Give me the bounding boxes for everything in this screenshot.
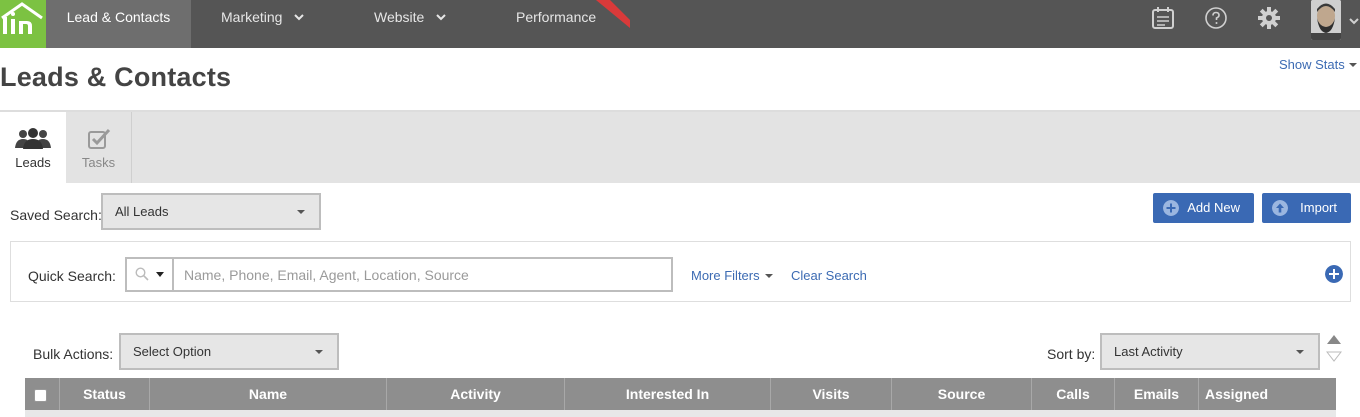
tab-tasks-label: Tasks — [81, 155, 116, 170]
column-header-interested-in[interactable]: Interested In — [565, 378, 771, 410]
user-photo — [1311, 0, 1341, 40]
add-new-label: Add New — [1187, 200, 1240, 215]
more-filters-label: More Filters — [691, 268, 760, 283]
tab-leads[interactable]: Leads — [0, 112, 66, 183]
caret-down-icon — [1348, 63, 1357, 67]
help-icon[interactable] — [1204, 6, 1228, 30]
sort-direction-icon[interactable] — [1326, 334, 1342, 366]
select-all-cell — [25, 378, 60, 410]
caret-down-icon — [156, 272, 164, 277]
column-header-status[interactable]: Status — [60, 378, 150, 410]
caret-down-icon — [297, 210, 305, 214]
plus-circle-icon — [1163, 200, 1179, 216]
add-new-button[interactable]: Add New — [1153, 193, 1254, 223]
select-all-checkbox[interactable] — [34, 389, 47, 402]
chevron-down-icon[interactable] — [1349, 18, 1359, 25]
nav-website-label: Website — [374, 9, 425, 25]
nav-performance-label: Performance — [516, 9, 597, 25]
add-filter-icon[interactable] — [1325, 265, 1343, 283]
bulk-actions-value: Select Option — [133, 344, 212, 359]
sort-by-label: Sort by: — [1047, 346, 1096, 362]
nav-website[interactable]: Website — [374, 0, 446, 48]
show-stats-label: Show Stats — [1279, 57, 1345, 72]
sort-by-value: Last Activity — [1114, 344, 1183, 359]
calendar-icon[interactable] — [1151, 6, 1175, 30]
quick-search-label: Quick Search: — [28, 268, 116, 284]
chevron-down-icon — [294, 14, 305, 21]
more-filters-link[interactable]: More Filters — [691, 268, 773, 283]
caret-down-icon — [764, 274, 773, 278]
table-body-edge — [25, 410, 1336, 417]
bulk-actions-select[interactable]: Select Option — [119, 333, 339, 370]
chevron-down-icon — [436, 14, 446, 21]
tab-leads-label: Leads — [15, 155, 51, 170]
sort-by-select[interactable]: Last Activity — [1100, 333, 1320, 370]
avatar[interactable] — [1311, 0, 1341, 40]
column-header-activity[interactable]: Activity — [387, 378, 565, 410]
import-label: Import — [1300, 200, 1337, 215]
top-nav: Lead & Contacts Marketing Website Perfor… — [0, 0, 1360, 48]
import-button[interactable]: Import — [1262, 193, 1351, 223]
saved-search-select[interactable]: All Leads — [101, 193, 321, 230]
nav-marketing-label: Marketing — [221, 9, 283, 25]
leads-table-header: Status Name Activity Interested In Visit… — [25, 378, 1336, 410]
caret-down-icon — [315, 350, 323, 354]
logo-house-icon — [1, 2, 43, 34]
column-header-emails[interactable]: Emails — [1115, 378, 1199, 410]
bulk-actions-label: Bulk Actions: — [33, 346, 114, 362]
column-header-calls[interactable]: Calls — [1032, 378, 1115, 410]
column-header-visits[interactable]: Visits — [771, 378, 892, 410]
gear-icon[interactable] — [1257, 6, 1281, 30]
tab-bar: Leads Tasks — [0, 112, 1360, 183]
nav-leads-contacts[interactable]: Lead & Contacts — [46, 0, 191, 48]
clear-search-link[interactable]: Clear Search — [791, 268, 867, 283]
search-scope-dropdown[interactable] — [125, 257, 174, 292]
users-icon — [15, 128, 51, 149]
upload-circle-icon — [1272, 200, 1288, 216]
logo[interactable] — [0, 0, 46, 48]
tab-tasks[interactable]: Tasks — [66, 112, 132, 183]
nav-performance[interactable]: Performance — [516, 0, 596, 48]
column-header-source[interactable]: Source — [892, 378, 1032, 410]
nav-marketing[interactable]: Marketing — [221, 0, 305, 48]
column-header-assigned[interactable]: Assigned — [1199, 378, 1336, 410]
column-header-name[interactable]: Name — [150, 378, 387, 410]
search-icon — [135, 267, 149, 281]
saved-search-label: Saved Search: — [10, 207, 102, 223]
quick-search-input[interactable] — [174, 257, 673, 292]
show-stats-link[interactable]: Show Stats — [1279, 57, 1357, 72]
new-ribbon-icon — [596, 0, 630, 28]
nav-leads-contacts-label: Lead & Contacts — [66, 9, 171, 25]
caret-down-icon — [1296, 350, 1304, 354]
page-title: Leads & Contacts — [0, 62, 232, 92]
saved-search-value: All Leads — [115, 204, 169, 219]
task-check-icon — [87, 128, 110, 149]
